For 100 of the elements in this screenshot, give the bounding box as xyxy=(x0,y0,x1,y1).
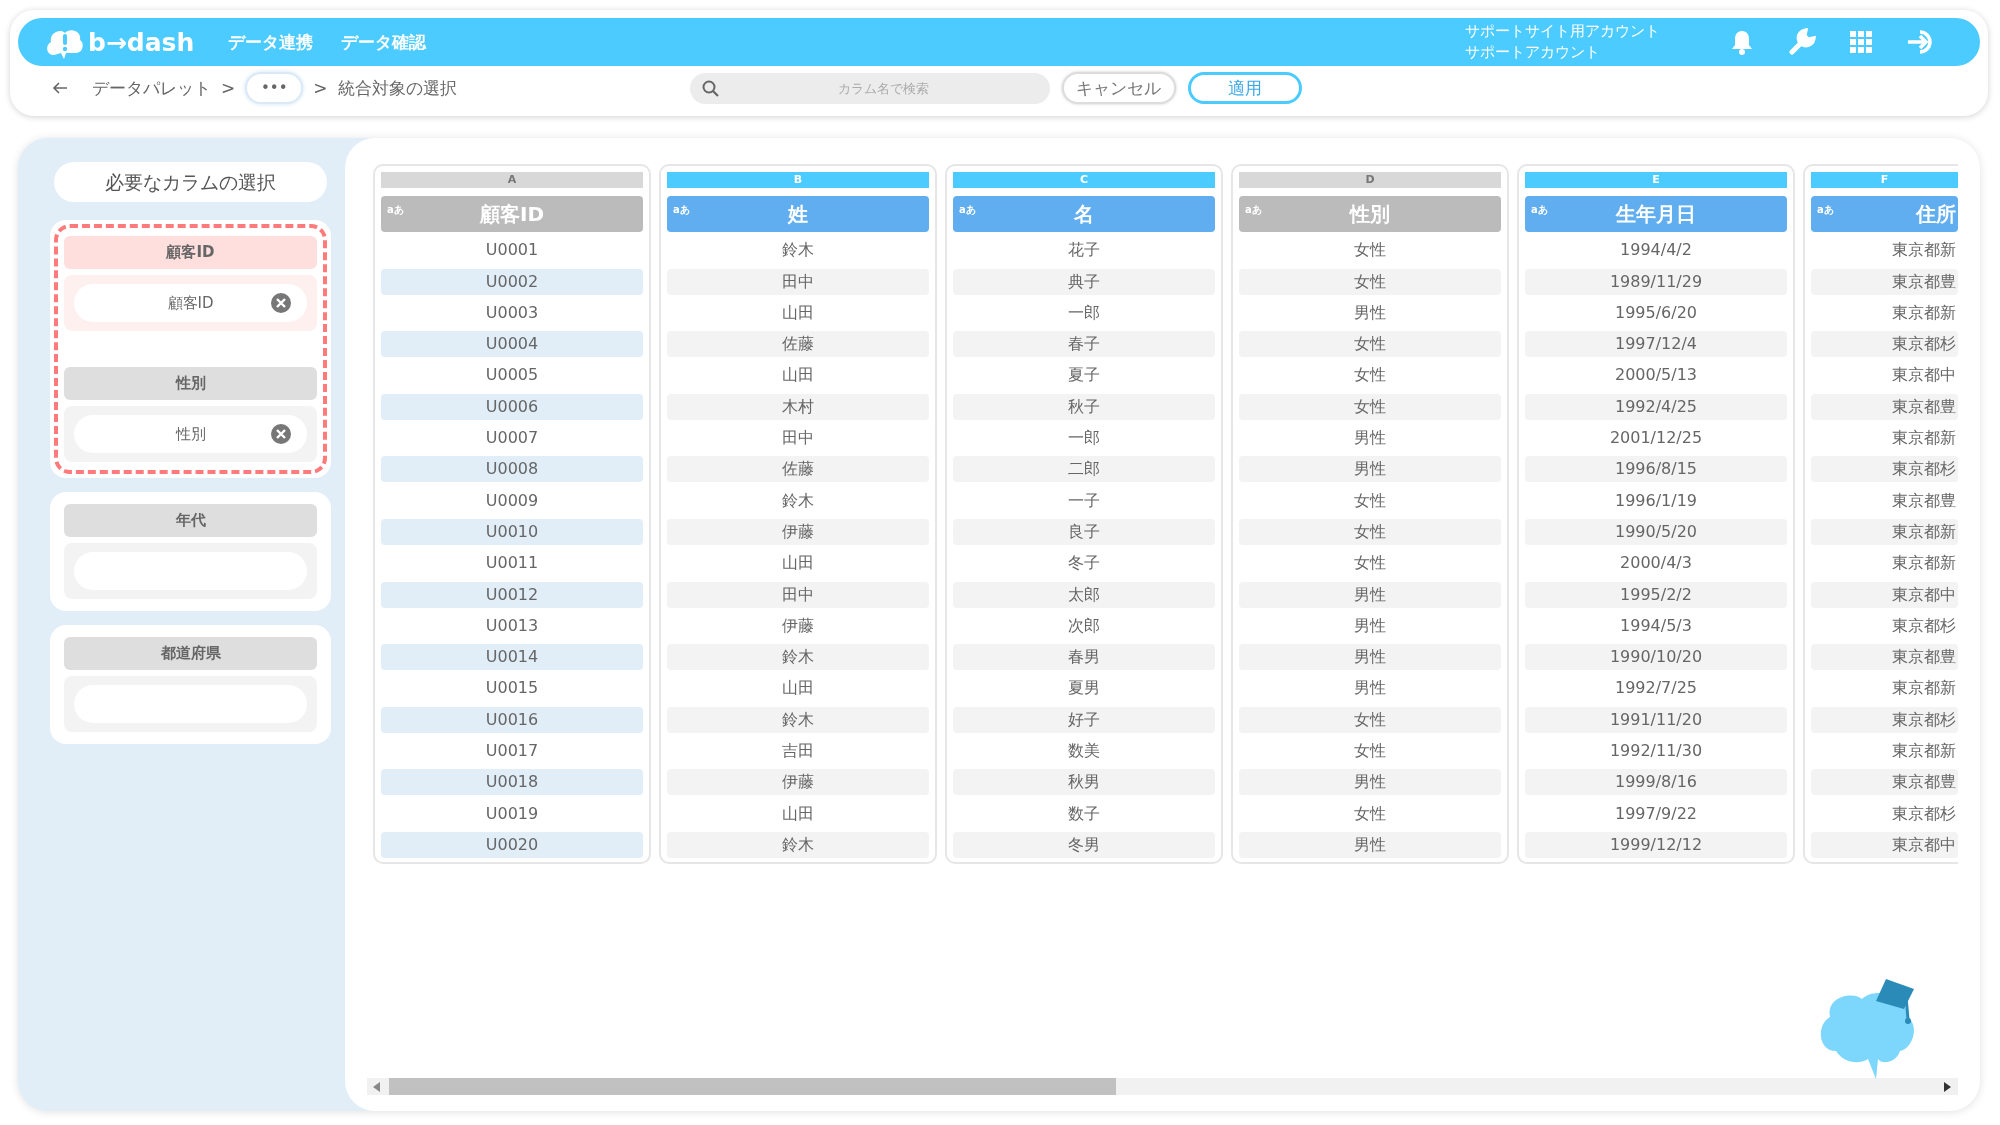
column-name: 生年月日 xyxy=(1616,200,1696,228)
breadcrumb-separator: > xyxy=(221,78,236,98)
table-cell-text: 山田 xyxy=(781,802,815,825)
table-cell-text: 一郎 xyxy=(1067,427,1101,450)
table-cell-text: 東京都新 xyxy=(1891,677,1957,700)
table-cell: 1999/8/16 xyxy=(1525,769,1787,796)
slot-value-field[interactable]: 顧客ID xyxy=(74,284,307,322)
table-cell-text: 花子 xyxy=(1067,239,1101,262)
table-cell-text: U0017 xyxy=(484,740,540,763)
type-label: aあ xyxy=(959,203,976,217)
horizontal-scrollbar[interactable] xyxy=(367,1078,1958,1095)
table-cell-text: U0019 xyxy=(484,802,540,825)
remove-icon[interactable] xyxy=(271,424,291,444)
column-card[interactable] xyxy=(1517,164,1795,864)
table-cell: 東京都豊 xyxy=(1811,769,1958,796)
table-cell-text: 一子 xyxy=(1067,489,1101,512)
table-cell: U0010 xyxy=(381,518,643,545)
table-cell: U0004 xyxy=(381,331,643,358)
table-cell: 1990/10/20 xyxy=(1525,644,1787,671)
remove-icon[interactable] xyxy=(271,293,291,313)
table-cell-text: U0013 xyxy=(484,614,540,637)
table-cell-text: 鈴木 xyxy=(781,239,815,262)
scrollbar-thumb[interactable] xyxy=(389,1078,1117,1095)
column-card[interactable]: A aあ 顧客ID U0001 U0002 U0003 U0004 U0005 U0006 U0007 U0008 U0009 U0010 U0011 U0012 U0013 U0014 U0015 U0016 U0017 U0018 U0019 U0020 xyxy=(373,164,651,864)
table-cell: 1996/8/15 xyxy=(1525,456,1787,483)
table-cell: 1989/11/29 xyxy=(1525,268,1787,295)
search-field[interactable]: カラム名で検索 xyxy=(689,72,1050,104)
column-card[interactable]: F aあ 住所 東京都新 東京都豊 東京都新 東京都杉 東京都中 東京都豊 東京都新 東京都杉 東京都豊 東京都新 東京都新 東京都中 東京都杉 東京都豊 東京都新 東京都杉 東京都新 東京都豊 東京都杉 東京都中 xyxy=(1803,164,1958,864)
table-cell-text: 冬子 xyxy=(1067,552,1101,575)
column-card[interactable]: D aあ 性別 女性 女性 男性 女性 女性 女性 男性 男性 女性 女性 女性 男性 男性 男性 男性 女性 女性 男性 女性 男性 xyxy=(1231,164,1509,864)
table-cell-text: 東京都新 xyxy=(1891,301,1957,324)
wrench-icon[interactable] xyxy=(1788,28,1816,56)
scroll-right-icon[interactable] xyxy=(1944,1081,1952,1092)
more-button[interactable]: ••• xyxy=(245,72,304,104)
table-cell-text: 男性 xyxy=(1353,614,1387,637)
table-cell: 東京都杉 xyxy=(1811,331,1958,358)
table-cell-text: 2000/4/3 xyxy=(1619,552,1693,575)
column-letter: A xyxy=(381,172,643,188)
table-cell: 男性 xyxy=(1239,644,1501,671)
table-cell-text: 鈴木 xyxy=(781,489,815,512)
table-cell-text: 東京都中 xyxy=(1891,364,1957,387)
apps-grid-icon[interactable] xyxy=(1850,31,1872,53)
table-cell: 秋男 xyxy=(953,769,1215,796)
table-cell: 東京都豊 xyxy=(1811,268,1958,295)
slot-value-field[interactable]: 性別 xyxy=(74,415,307,453)
table-cell-text: 1994/5/3 xyxy=(1619,614,1693,637)
table-cell: 1990/5/20 xyxy=(1525,518,1787,545)
cancel-button[interactable]: キャンセル xyxy=(1061,72,1176,104)
table-cell-text: U0011 xyxy=(484,552,540,575)
slot-header: 性別 xyxy=(64,367,317,400)
table-cell-text: U0015 xyxy=(484,677,540,700)
table-cell-text: 田中 xyxy=(781,427,815,450)
table-cell: 男性 xyxy=(1239,831,1501,858)
table-cell: 春男 xyxy=(953,644,1215,671)
table-cell-text: 女性 xyxy=(1353,802,1387,825)
table-cell: U0008 xyxy=(381,456,643,483)
table-cell-text: 東京都杉 xyxy=(1891,614,1957,637)
bell-icon[interactable] xyxy=(1730,29,1754,55)
table-cell: U0016 xyxy=(381,706,643,733)
table-cell-text: U0003 xyxy=(484,301,540,324)
table-cell: 典子 xyxy=(953,268,1215,295)
table-cell-text: 山田 xyxy=(781,364,815,387)
table-cell: 伊藤 xyxy=(667,518,929,545)
column-name: 名 xyxy=(1074,200,1094,228)
table-cell-text: 女性 xyxy=(1353,740,1387,763)
table-cell: 東京都中 xyxy=(1811,581,1958,608)
table-cell-text: 東京都杉 xyxy=(1891,802,1957,825)
table-cell-text: 2001/12/25 xyxy=(1608,427,1704,450)
column-letter: C xyxy=(953,172,1215,188)
table-cell: 女性 xyxy=(1239,268,1501,295)
table-cell-text: 女性 xyxy=(1353,552,1387,575)
type-label: aあ xyxy=(673,203,690,217)
column-card[interactable]: C aあ 名 花子 典子 一郎 春子 夏子 秋子 一郎 二郎 一子 良子 冬子 太郎 次郎 春男 夏男 好子 数美 秋男 数子 冬男 xyxy=(945,164,1223,864)
table-cell: 1999/12/12 xyxy=(1525,831,1787,858)
back-arrow-icon[interactable] xyxy=(52,81,68,95)
column-letter: E xyxy=(1525,172,1787,188)
table-cell: 東京都中 xyxy=(1811,831,1958,858)
table-cell-text: 次郎 xyxy=(1067,614,1101,637)
table-cell: 良子 xyxy=(953,518,1215,545)
column-name: 顧客ID xyxy=(479,200,544,228)
table-cell-text: 1992/11/30 xyxy=(1608,740,1704,763)
breadcrumb-link[interactable]: データパレット xyxy=(92,76,211,100)
table-cell: 1992/4/25 xyxy=(1525,393,1787,420)
column-name: 姓 xyxy=(788,200,808,228)
type-label: aあ xyxy=(387,203,404,217)
table-cell-text: 山田 xyxy=(781,677,815,700)
table-cell-text: 男性 xyxy=(1353,301,1387,324)
scroll-left-icon[interactable] xyxy=(373,1081,381,1092)
section-title: 必要なカラムの選択 xyxy=(54,162,327,202)
table-cell: U0018 xyxy=(381,769,643,796)
table-cell-text: 女性 xyxy=(1353,364,1387,387)
column-card[interactable]: B aあ 姓 鈴木 田中 山田 佐藤 山田 木村 田中 佐藤 鈴木 伊藤 山田 田中 伊藤 鈴木 山田 鈴木 吉田 伊藤 山田 鈴木 xyxy=(659,164,937,864)
table-cell-text: U0009 xyxy=(484,489,540,512)
type-label: aあ xyxy=(1817,203,1834,217)
table-cell-text: 1997/9/22 xyxy=(1613,802,1698,825)
table-cell: 1991/11/20 xyxy=(1525,706,1787,733)
table-cell-text: 東京都新 xyxy=(1891,239,1957,262)
column-letter: F xyxy=(1811,172,1958,188)
table-cell: 東京都新 xyxy=(1811,518,1958,545)
table-cell: 1995/2/2 xyxy=(1525,581,1787,608)
